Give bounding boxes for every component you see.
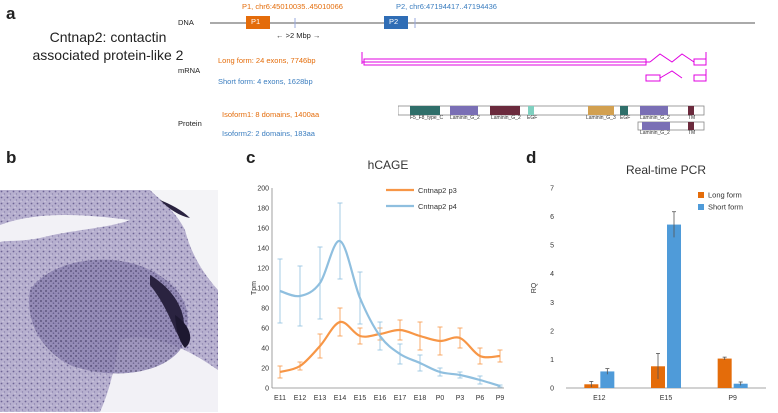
domain-label-3: Laminin_G_2 [491,115,521,121]
bar-s1 [717,358,732,388]
x-tick-label: E14 [334,395,347,402]
domain-4 [528,106,534,115]
panel-a-letter: a [6,4,16,23]
x-tick-label: E12 [294,395,307,402]
legend-swatch-s1 [698,192,704,198]
gene-title-line2: associated protein-like 2 [32,47,184,63]
y-tick-label: 40 [261,346,269,353]
distance-label: ← >2 Mbp → [276,31,321,40]
long-form-transcript [361,52,707,66]
y-tick-label: 0 [550,386,554,393]
domain-1 [410,106,440,115]
y-tick-label: 60 [261,326,269,333]
x-tick-label: E18 [414,395,427,402]
y-tick-label: 2 [550,328,554,335]
domain-label-2: Laminin_G_2 [450,115,480,121]
x-tick-label: E15 [354,395,367,402]
y-tick-label: 7 [550,186,554,193]
x-tick-label: E15 [660,395,673,402]
mrna-diagram [361,52,707,82]
long-form-label: Long form: 24 exons, 7746bp [218,56,316,65]
p1-box-label: P1 [251,17,261,26]
y-tick-label: 5 [550,243,554,250]
y-axis-label: Tpm [251,281,258,295]
protein-label: Protein [178,119,202,128]
y-tick-label: 3 [550,300,554,307]
y-tick-label: 1 [550,357,554,364]
domain-label-4: EGF [527,115,538,121]
x-tick-label: P6 [476,395,485,402]
domain-2 [450,106,478,115]
y-axis-label: RQ [531,282,538,293]
series-line-s2 [279,239,501,388]
short-form-label: Short form: 4 exons, 1628bp [218,77,313,86]
x-tick-label: E12 [593,395,606,402]
gene-title: Cntnap2: contactin associated protein-li… [18,28,198,64]
dna-label: DNA [178,18,194,27]
y-tick-label: 140 [257,246,269,253]
legend-label-s2: Short form [708,203,743,212]
short-domain-1 [642,122,670,130]
y-tick-label: 0 [265,386,269,393]
pcr-chart: Real-time PCR 0 1 2 3 4 5 6 7 RQ E12 E15 P9 Long form… [531,163,766,402]
y-tick-label: 100 [257,286,269,293]
legend-label-s2: Cntnap2 p4 [418,202,457,211]
y-tick-label: 6 [550,214,554,221]
y-tick-label: 180 [257,206,269,213]
hcage-chart: hCAGE 0 20 40 60 80 100 120 140 160 180 200 Tpm E11 E1… [251,158,505,402]
y-tick-label: 120 [257,266,269,273]
x-tick-label: P3 [456,395,465,402]
domain-label-6: EGF [620,115,631,121]
x-tick-label: E13 [314,395,327,402]
y-tick-label: 4 [550,271,554,278]
short-domain-label-1: Laminin_G_2 [640,130,670,136]
y-tick-label: 200 [257,186,269,193]
chart-title: hCAGE [368,158,409,172]
y-tick-label: 80 [261,306,269,313]
domain-5 [588,106,614,115]
gene-title-line1: Cntnap2: contactin [49,29,167,45]
isoform2-label: Isoform2: 2 domains, 183aa [222,129,315,138]
domain-8 [688,106,694,115]
short-domain-2 [688,122,694,130]
legend-label-s1: Cntnap2 p3 [418,186,457,195]
domain-7 [640,106,668,115]
domain-label-5: Laminin_G_3 [586,115,616,121]
mrna-label: mRNA [178,66,201,75]
domain-6 [620,106,628,115]
x-tick-label: P9 [496,395,505,402]
legend-swatch-s2 [698,204,704,210]
p2-box-label: P2 [389,17,399,26]
domain-label-1: F5_F8_type_C [410,115,444,121]
x-tick-label: E17 [394,395,407,402]
x-tick-label: E11 [274,395,286,402]
panel-b-letter: b [6,148,17,167]
y-tick-label: 20 [261,366,269,373]
domain-3 [490,106,520,115]
isoform1-label: Isoform1: 8 domains, 1400aa [222,110,320,119]
protein-diagram [398,105,705,131]
domain-label-7: Laminin_G_2 [640,115,670,121]
chart-title: Real-time PCR [626,163,706,177]
x-tick-label: E16 [374,395,387,402]
short-form-transcript [645,69,707,82]
y-tick-label: 160 [257,226,269,233]
legend-label-s1: Long form [708,191,742,200]
histology-image [0,190,218,412]
x-tick-label: P0 [436,395,445,402]
domain-label-8: TM [688,115,696,121]
short-domain-label-2: TM [688,130,696,136]
x-tick-label: P9 [728,395,737,402]
bar-s2 [667,224,681,388]
